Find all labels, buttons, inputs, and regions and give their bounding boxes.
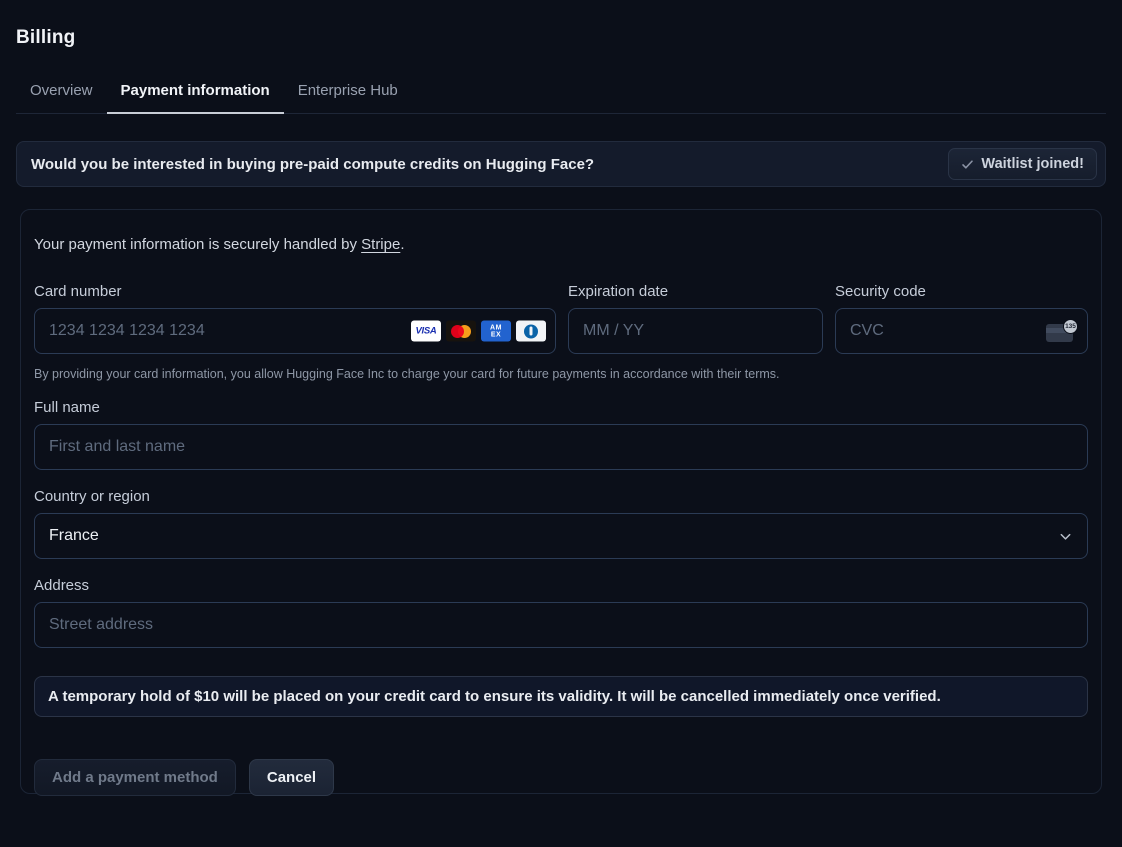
diners-icon [516,321,546,342]
expiration-date-field: Expiration date [568,283,823,354]
security-code-field: Security code 135 [835,283,1088,354]
stripe-link[interactable]: Stripe [361,236,400,253]
expiration-date-label: Expiration date [568,283,823,300]
card-number-field: Card number VISA AM EX [34,283,556,354]
cancel-button[interactable]: Cancel [249,759,334,796]
full-name-input[interactable] [34,424,1088,470]
address-label: Address [34,577,1088,594]
tab-enterprise-hub[interactable]: Enterprise Hub [284,82,412,114]
expiration-date-input[interactable] [568,308,823,354]
stripe-intro-period: . [400,236,404,253]
banner-question: Would you be interested in buying pre-pa… [31,156,594,173]
address-field: Address [34,577,1088,648]
country-select[interactable]: France [34,513,1088,559]
card-brand-icons: VISA AM EX [411,321,546,342]
payment-method-panel: Your payment information is securely han… [20,209,1102,794]
full-name-field: Full name [34,399,1088,470]
add-payment-method-button[interactable]: Add a payment method [34,759,236,796]
billing-page: Billing Overview Payment information Ent… [0,27,1122,794]
security-code-label: Security code [835,283,1088,300]
page-title: Billing [16,27,1106,49]
billing-tabs: Overview Payment information Enterprise … [16,82,1106,114]
full-name-label: Full name [34,399,1088,416]
amex-icon: AM EX [481,321,511,342]
cvc-card-icon: 135 [1046,319,1078,343]
check-icon [961,158,974,171]
stripe-intro-text: Your payment information is securely han… [34,236,361,253]
temporary-hold-notice: A temporary hold of $10 will be placed o… [34,676,1088,717]
visa-icon: VISA [411,321,441,342]
form-actions: Add a payment method Cancel [34,759,1088,796]
cvc-badge: 135 [1063,319,1078,334]
stripe-intro: Your payment information is securely han… [34,236,1088,253]
amex-icon-label-top: AM [490,324,502,331]
amex-icon-label-bottom: EX [491,331,501,338]
card-number-label: Card number [34,283,556,300]
visa-icon-label: VISA [416,326,437,337]
tab-overview[interactable]: Overview [16,82,107,114]
card-terms-disclaimer: By providing your card information, you … [34,367,1088,381]
country-field: Country or region France [34,488,1088,559]
country-selected-value: France [49,527,99,545]
card-fields-row: Card number VISA AM EX [34,283,1088,354]
chevron-down-icon [1058,529,1073,544]
waitlist-button-label: Waitlist joined! [981,156,1084,172]
mastercard-icon [446,321,476,342]
waitlist-joined-button[interactable]: Waitlist joined! [948,148,1097,180]
compute-credits-banner: Would you be interested in buying pre-pa… [16,141,1106,187]
address-input[interactable] [34,602,1088,648]
tab-payment-information[interactable]: Payment information [107,82,284,114]
country-label: Country or region [34,488,1088,505]
